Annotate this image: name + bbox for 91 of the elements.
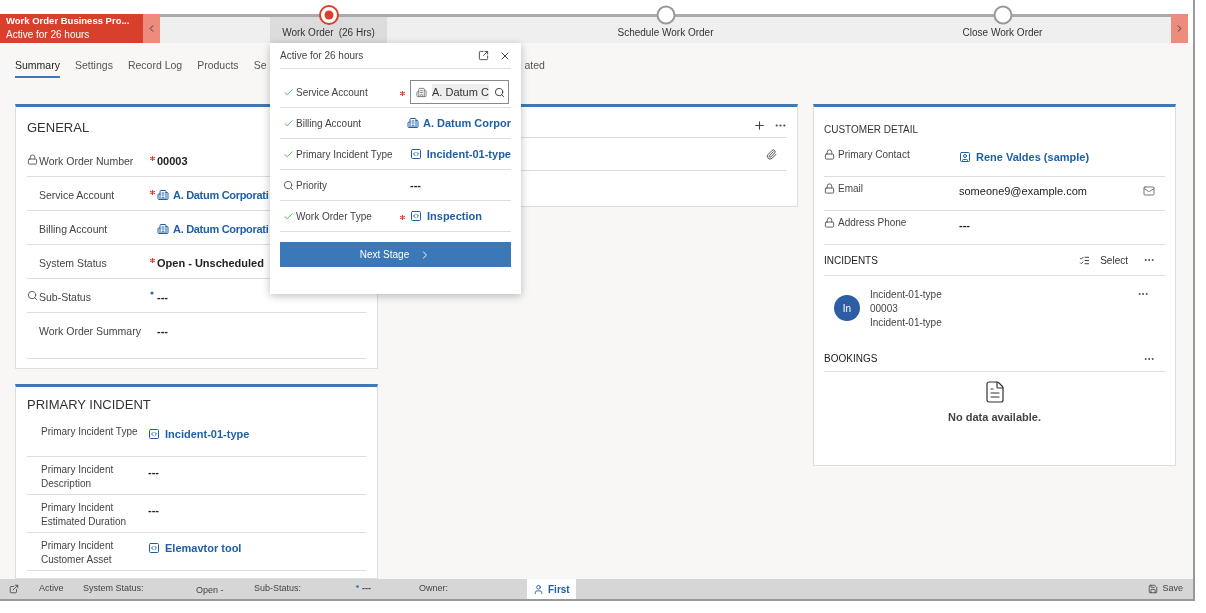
field-label: Primary Contact [838,148,910,162]
building-icon [407,117,419,129]
section-title: INCIDENTS [824,253,879,268]
field-value: 00003 [157,154,188,169]
process-subtitle: Active for 26 hours [6,28,91,42]
recommended-icon [356,585,359,588]
popout-icon[interactable] [9,584,19,594]
lookup-link[interactable]: Incident-01-type [148,425,250,442]
building-icon [157,189,169,202]
field-label: Billing Account [39,222,109,237]
select-button[interactable]: Select [1079,252,1128,268]
building-icon [416,86,427,98]
field-value: someone9@example.com [959,184,1088,199]
tab[interactable]: Se [253,57,267,79]
field-label: Primary Incident Type [296,147,393,162]
building-icon [157,223,169,236]
field-label: System Status [39,256,108,271]
save-icon [1148,584,1159,594]
incident-line: Incident-01-type [870,316,943,330]
field-value: --- [148,502,159,518]
section-title: GENERAL [27,120,90,135]
empty-message: No data available. [948,410,1041,425]
lookup-link[interactable]: Incident-01-type [409,145,511,163]
status-value: Open - [196,584,225,598]
stage[interactable]: Work Order (26 Hrs) [270,17,387,43]
section-title: CUSTOMER DETAIL [824,123,920,137]
lookup-link[interactable]: Inspection [410,207,482,225]
paperclip-icon[interactable] [766,148,777,160]
code-square-icon [410,210,422,222]
save-button[interactable]: Save [1148,582,1183,596]
list-icon [1079,254,1091,266]
stage-circle-icon [992,5,1013,25]
avatar: In [834,295,860,321]
field-value: --- [410,177,421,193]
flyout-title: Active for 26 hours [280,49,365,63]
field-label: Billing Account [296,116,362,131]
field-label: Primary Incident Description [41,462,115,491]
field-label: Primary Incident Type [41,424,139,439]
field-value: --- [959,218,970,233]
record-state: Active [39,582,65,596]
tab[interactable]: Settings [74,57,113,79]
add-icon[interactable] [753,118,766,132]
code-square-icon [148,541,160,554]
field-label: Service Account [296,85,368,100]
field-label: Primary Incident Customer Asset [41,538,115,567]
lookup-link[interactable]: Elemavtor tool [148,539,242,556]
field-label: Work Order Type [296,209,372,224]
field-label: Primary Incident Estimated Duration [41,500,128,529]
stage[interactable]: Schedule Work Order [605,17,726,43]
user-square-icon [959,151,971,164]
field-label: Sub-Status [39,290,92,305]
field-label: Work Order Number [39,154,135,169]
search-icon [493,86,505,98]
status-label: System Status: [83,582,145,596]
status-value: --- [362,582,372,596]
lookup-field[interactable]: A. Datum C [410,80,509,104]
owner-link[interactable]: First [527,579,576,599]
field-label: Service Account [39,188,116,203]
incident-line: Incident-01-type [870,288,943,302]
next-stage-button[interactable]: Next Stage [280,242,511,267]
status-label: Owner: [419,582,449,596]
field-label: Email [838,182,863,196]
tab[interactable]: Products [197,57,239,79]
section-title: BOOKINGS [824,352,879,366]
field-label: Work Order Summary [39,324,142,339]
process-title: Work Order Business Pro... [6,15,131,27]
field-value: --- [157,324,168,339]
process-banner[interactable]: Work Order Business Pro... Active for 26 hours [0,14,143,43]
account-link[interactable]: A. Datum Corporati [157,221,269,238]
expand-icon[interactable] [478,50,489,61]
code-square-icon [148,427,160,440]
tab[interactable]: Record Log [127,57,183,79]
field-value: --- [148,464,159,480]
field-label: Priority [296,178,328,193]
account-link[interactable]: A. Datum Corpor [407,114,511,132]
status-label: Sub-Status: [254,582,303,596]
incident-line: 00003 [870,302,899,316]
account-link[interactable]: A. Datum Corporati [157,187,269,204]
tab[interactable]: ated [524,57,545,79]
code-square-icon [409,148,422,160]
stage[interactable]: Close Work Order [950,17,1055,43]
field-value: --- [157,290,168,305]
mail-icon[interactable] [1143,185,1155,198]
target-icon [318,5,339,25]
field-value: Open - Unscheduled [157,256,264,271]
stage-circle-icon [655,5,676,25]
section-title: PRIMARY INCIDENT [27,396,152,414]
tab[interactable]: Summary [15,57,60,79]
contact-link[interactable]: Rene Valdes (sample) [959,149,1090,166]
user-icon [533,583,544,595]
field-label: Address Phone [838,216,907,230]
